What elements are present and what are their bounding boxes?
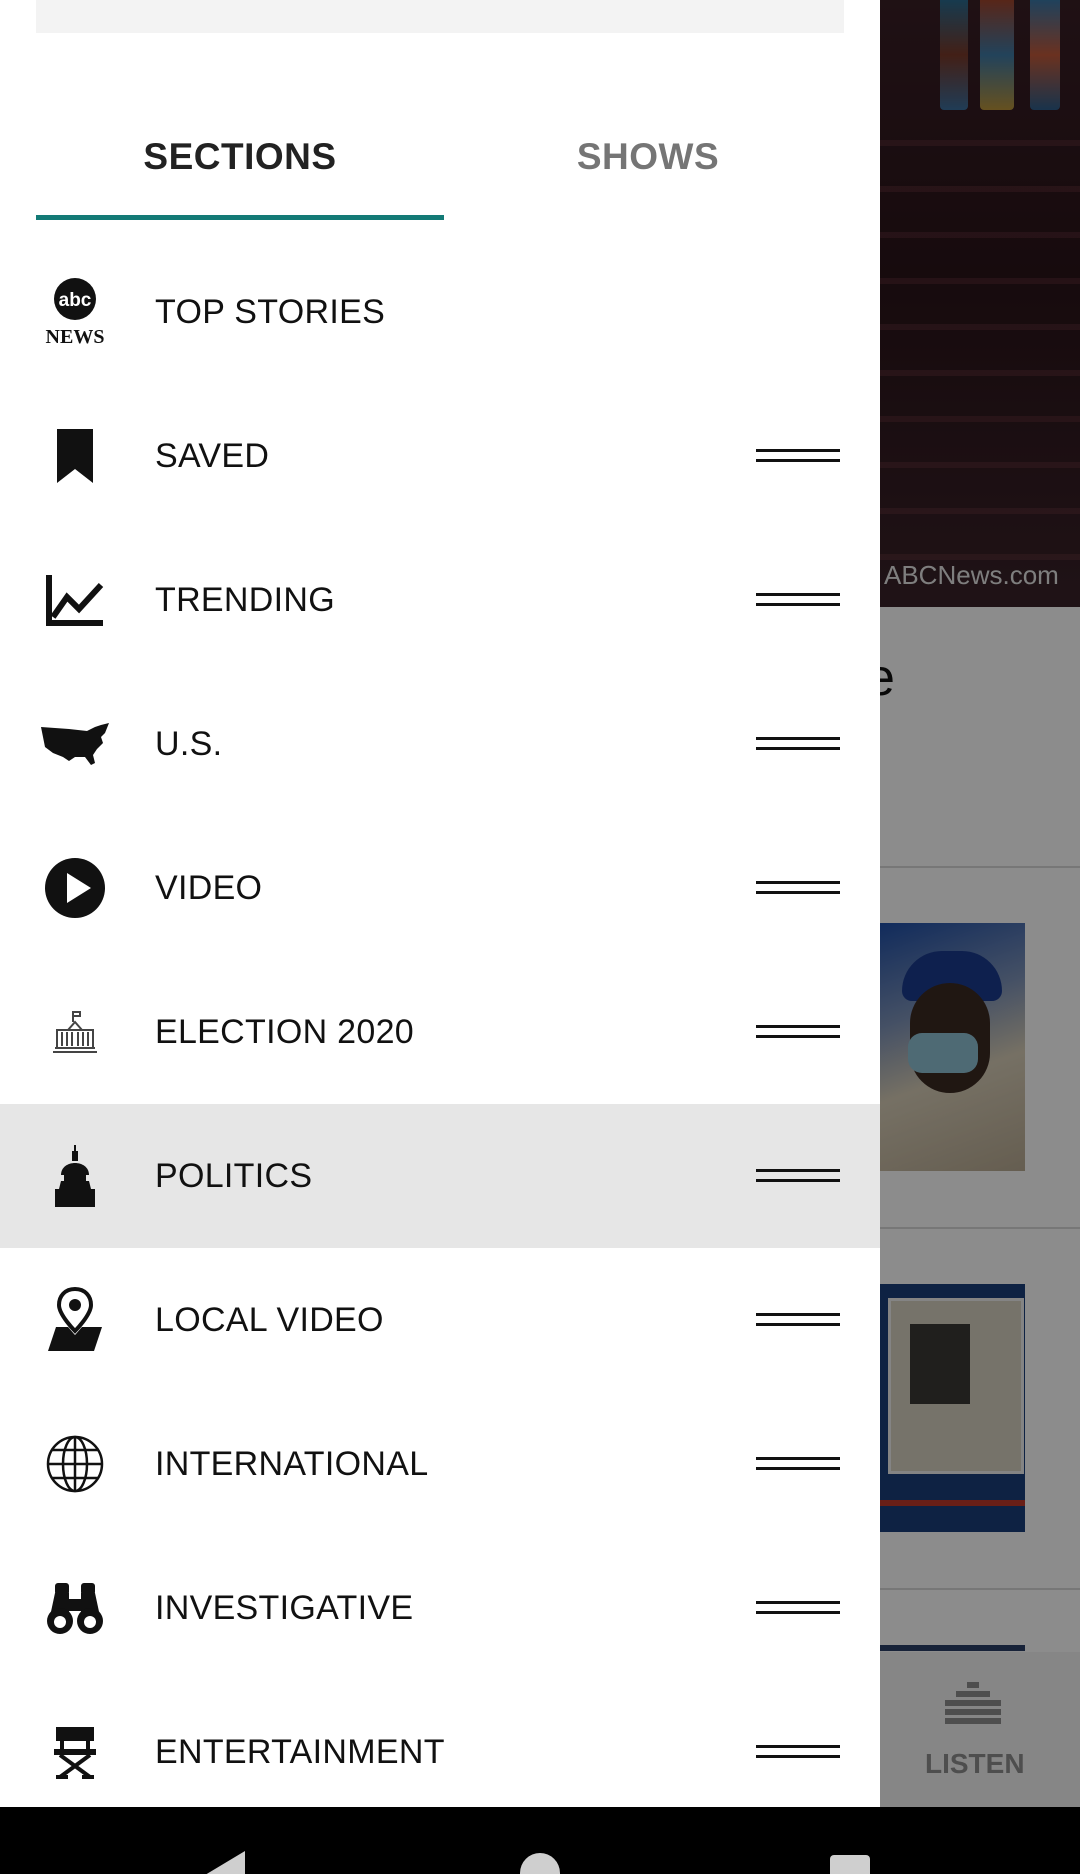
binoculars-icon <box>38 1573 112 1643</box>
tab-sections[interactable]: SECTIONS <box>36 110 444 220</box>
section-label: TOP STORIES <box>155 293 386 331</box>
section-label: VIDEO <box>155 869 263 907</box>
abc-logo-text: abc <box>59 290 92 311</box>
bookmark-icon <box>38 421 112 491</box>
drag-handle-icon[interactable] <box>756 734 840 754</box>
drag-handle-icon[interactable] <box>756 1310 840 1330</box>
drag-handle-icon[interactable] <box>756 1742 840 1762</box>
section-item-entertainment[interactable]: ENTERTAINMENT <box>0 1680 880 1807</box>
drawer-header-bar <box>36 0 844 33</box>
active-tab-indicator <box>36 215 444 220</box>
section-item-politics[interactable]: POLITICS <box>0 1104 880 1248</box>
play-icon <box>38 853 112 923</box>
usa-map-icon <box>38 709 112 779</box>
section-label: POLITICS <box>155 1157 313 1195</box>
section-label: INTERNATIONAL <box>155 1445 429 1483</box>
drag-handle-icon[interactable] <box>756 1598 840 1618</box>
abc-news-logo-icon: abc NEWS <box>38 277 112 347</box>
section-item-international[interactable]: INTERNATIONAL <box>0 1392 880 1536</box>
drag-handle-icon[interactable] <box>756 446 840 466</box>
section-item-saved[interactable]: SAVED <box>0 384 880 528</box>
map-pin-icon <box>38 1285 112 1355</box>
recents-icon[interactable] <box>830 1855 870 1874</box>
section-label: ENTERTAINMENT <box>155 1733 445 1771</box>
trending-chart-icon <box>38 565 112 635</box>
directors-chair-icon <box>38 1717 112 1787</box>
section-item-top-stories[interactable]: abc NEWS TOP STORIES <box>0 240 880 384</box>
back-icon[interactable] <box>205 1851 245 1874</box>
tab-shows[interactable]: SHOWS <box>444 110 852 220</box>
section-item-local-video[interactable]: LOCAL VIDEO <box>0 1248 880 1392</box>
drag-handle-icon[interactable] <box>756 1166 840 1186</box>
section-item-us[interactable]: U.S. <box>0 672 880 816</box>
section-label: ELECTION 2020 <box>155 1013 415 1051</box>
drag-handle-icon[interactable] <box>756 1454 840 1474</box>
section-item-trending[interactable]: TRENDING <box>0 528 880 672</box>
section-label: SAVED <box>155 437 270 475</box>
drag-handle-icon[interactable] <box>756 590 840 610</box>
drag-handle-icon[interactable] <box>756 878 840 898</box>
section-label: TRENDING <box>155 581 335 619</box>
white-house-icon <box>38 997 112 1067</box>
capitol-icon <box>38 1141 112 1211</box>
section-label: LOCAL VIDEO <box>155 1301 384 1339</box>
news-logo-text: NEWS <box>46 326 105 347</box>
globe-icon <box>38 1429 112 1499</box>
section-item-election-2020[interactable]: ELECTION 2020 <box>0 960 880 1104</box>
system-navigation-bar <box>0 1807 1080 1874</box>
section-item-video[interactable]: VIDEO <box>0 816 880 960</box>
home-icon[interactable] <box>520 1853 560 1874</box>
navigation-drawer: SECTIONS SHOWS abc NEWS TOP STORIES SAVE… <box>0 0 880 1807</box>
section-label: INVESTIGATIVE <box>155 1589 414 1627</box>
section-item-investigative[interactable]: INVESTIGATIVE <box>0 1536 880 1680</box>
drag-handle-icon[interactable] <box>756 1022 840 1042</box>
section-label: U.S. <box>155 725 223 763</box>
